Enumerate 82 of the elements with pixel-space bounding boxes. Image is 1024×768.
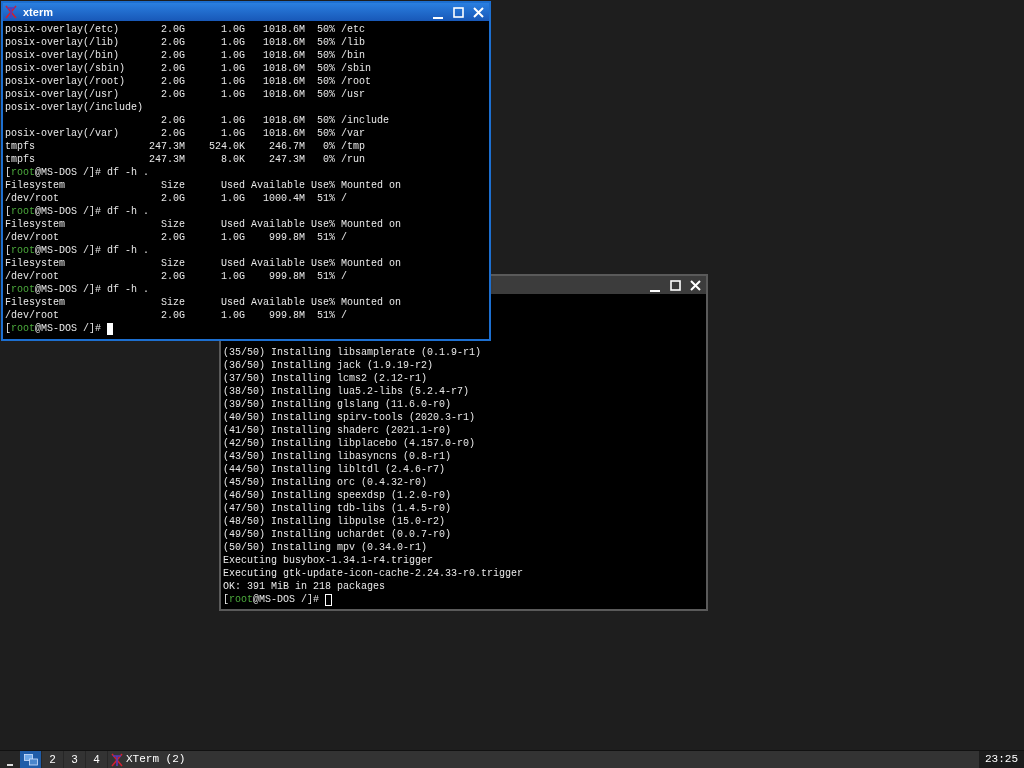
prompt-user: root [11,283,36,296]
prompt-bracket: [ [5,166,11,179]
command-text: df -h . [107,283,150,296]
terminal-line: posix-overlay(/usr) 2.0G 1.0G 1018.6M 50% /usr [5,88,367,101]
terminal-line: Executing gtk-update-icon-cache-2.24.33-r0.trigger [223,567,525,580]
minimize-icon [650,290,660,292]
terminal-line: posix-overlay(/root) 2.0G 1.0G 1018.6M 50% /root [5,75,373,88]
terminal-line: (35/50) Installing libsamplerate (0.1.9-r1) [223,346,483,359]
terminal-line: (49/50) Installing uchardet (0.0.7-r0) [223,528,453,541]
maximize-button[interactable] [668,278,682,292]
workspace-button[interactable]: 4 [86,751,107,768]
command-text: df -h . [107,244,150,257]
terminal-line: (46/50) Installing speexdsp (1.2.0-r0) [223,489,453,502]
terminal-line: Filesystem Size Used Available Use% Mounted on [5,257,403,270]
terminal-line: posix-overlay(/var) 2.0G 1.0G 1018.6M 50% /var [5,127,367,140]
terminal-line: (50/50) Installing mpv (0.34.0-r1) [223,541,429,554]
window-title: xterm [23,4,53,20]
workspace-button[interactable]: 3 [64,751,85,768]
terminal-line: (40/50) Installing spirv-tools (2020.3-r1) [223,411,477,424]
xterm-logo-icon [5,5,17,19]
clock: 23:25 [979,751,1024,768]
maximize-icon [452,6,464,18]
prompt-user: root [11,166,36,179]
terminal-line: Filesystem Size Used Available Use% Mounted on [5,218,403,231]
terminal-line: posix-overlay(/lib) 2.0G 1.0G 1018.6M 50% /lib [5,36,367,49]
close-icon [689,279,701,291]
prompt-bracket: [ [223,593,229,606]
terminal-line: (39/50) Installing glslang (11.6.0-r0) [223,398,453,411]
terminal-line: /dev/root 2.0G 1.0G 999.8M 51% / [5,231,349,244]
task-button[interactable]: XTerm (2) [108,751,979,768]
prompt-bracket: [ [5,283,11,296]
minimize-icon [433,17,443,19]
xterm-logo-icon [111,752,123,767]
terminal-line: posix-overlay(/sbin) 2.0G 1.0G 1018.6M 50% /sbin [5,62,373,75]
terminal-line: (45/50) Installing orc (0.4.32-r0) [223,476,429,489]
prompt-host: @MS-DOS /]# [35,205,103,218]
terminal-line: (43/50) Installing libasyncns (0.8-r1) [223,450,453,463]
terminal-line: (41/50) Installing shaderc (2021.1-r0) [223,424,453,437]
terminal-line: posix-overlay(/etc) 2.0G 1.0G 1018.6M 50% /etc [5,23,367,36]
maximize-icon [669,279,681,291]
title-bar[interactable]: xterm [3,3,489,21]
command-text: df -h . [107,166,150,179]
workspace-button[interactable] [20,751,41,768]
prompt-host: @MS-DOS /]# [35,283,103,296]
terminal-line: /dev/root 2.0G 1.0G 999.8M 51% / [5,309,349,322]
windows-icon [23,753,38,766]
prompt-host: @MS-DOS /]# [35,322,103,335]
maximize-button[interactable] [451,5,465,19]
prompt-host: @MS-DOS /]# [35,166,103,179]
terminal-line: posix-overlay(/include) [5,101,145,114]
terminal-line: (44/50) Installing libltdl (2.4.6-r7) [223,463,447,476]
terminal-line: tmpfs 247.3M 8.0K 247.3M 0% /run [5,153,367,166]
prompt-bracket: [ [5,205,11,218]
terminal-line: (47/50) Installing tdb-libs (1.4.5-r0) [223,502,453,515]
terminal-line: (38/50) Installing lua5.2-libs (5.2.4-r7) [223,385,471,398]
minimize-icon [7,764,13,766]
terminal-line: (48/50) Installing libpulse (15.0-r2) [223,515,447,528]
prompt-user: root [229,593,254,606]
terminal-line: (37/50) Installing lcms2 (2.12-r1) [223,372,429,385]
terminal-line: posix-overlay(/bin) 2.0G 1.0G 1018.6M 50% /bin [5,49,367,62]
prompt-bracket: [ [5,244,11,257]
prompt-host: @MS-DOS /]# [253,593,321,606]
command-text: df -h . [107,205,150,218]
prompt-bracket: [ [5,322,11,335]
prompt-user: root [11,244,36,257]
prompt-user: root [11,322,36,335]
prompt-user: root [11,205,36,218]
terminal-line: OK: 391 MiB in 218 packages [223,580,387,593]
terminal-line: Filesystem Size Used Available Use% Mounted on [5,296,403,309]
terminal-line: Executing busybox-1.34.1-r4.trigger [223,554,435,567]
terminal-line: (42/50) Installing libplacebo (4.157.0-r0) [223,437,477,450]
close-button[interactable] [688,278,702,292]
terminal-line: (36/50) Installing jack (1.9.19-r2) [223,359,435,372]
workspace-button[interactable]: 2 [42,751,63,768]
terminal-line: Filesystem Size Used Available Use% Mounted on [5,179,403,192]
close-button[interactable] [471,5,485,19]
terminal-line: /dev/root 2.0G 1.0G 999.8M 51% / [5,270,349,283]
terminal-line: /dev/root 2.0G 1.0G 1000.4M 51% / [5,192,349,205]
prompt-host: @MS-DOS /]# [35,244,103,257]
terminal-line: 2.0G 1.0G 1018.6M 50% /include [160,114,391,127]
close-icon [472,6,484,18]
terminal-line: tmpfs 247.3M 524.0K 246.7M 0% /tmp [5,140,367,153]
